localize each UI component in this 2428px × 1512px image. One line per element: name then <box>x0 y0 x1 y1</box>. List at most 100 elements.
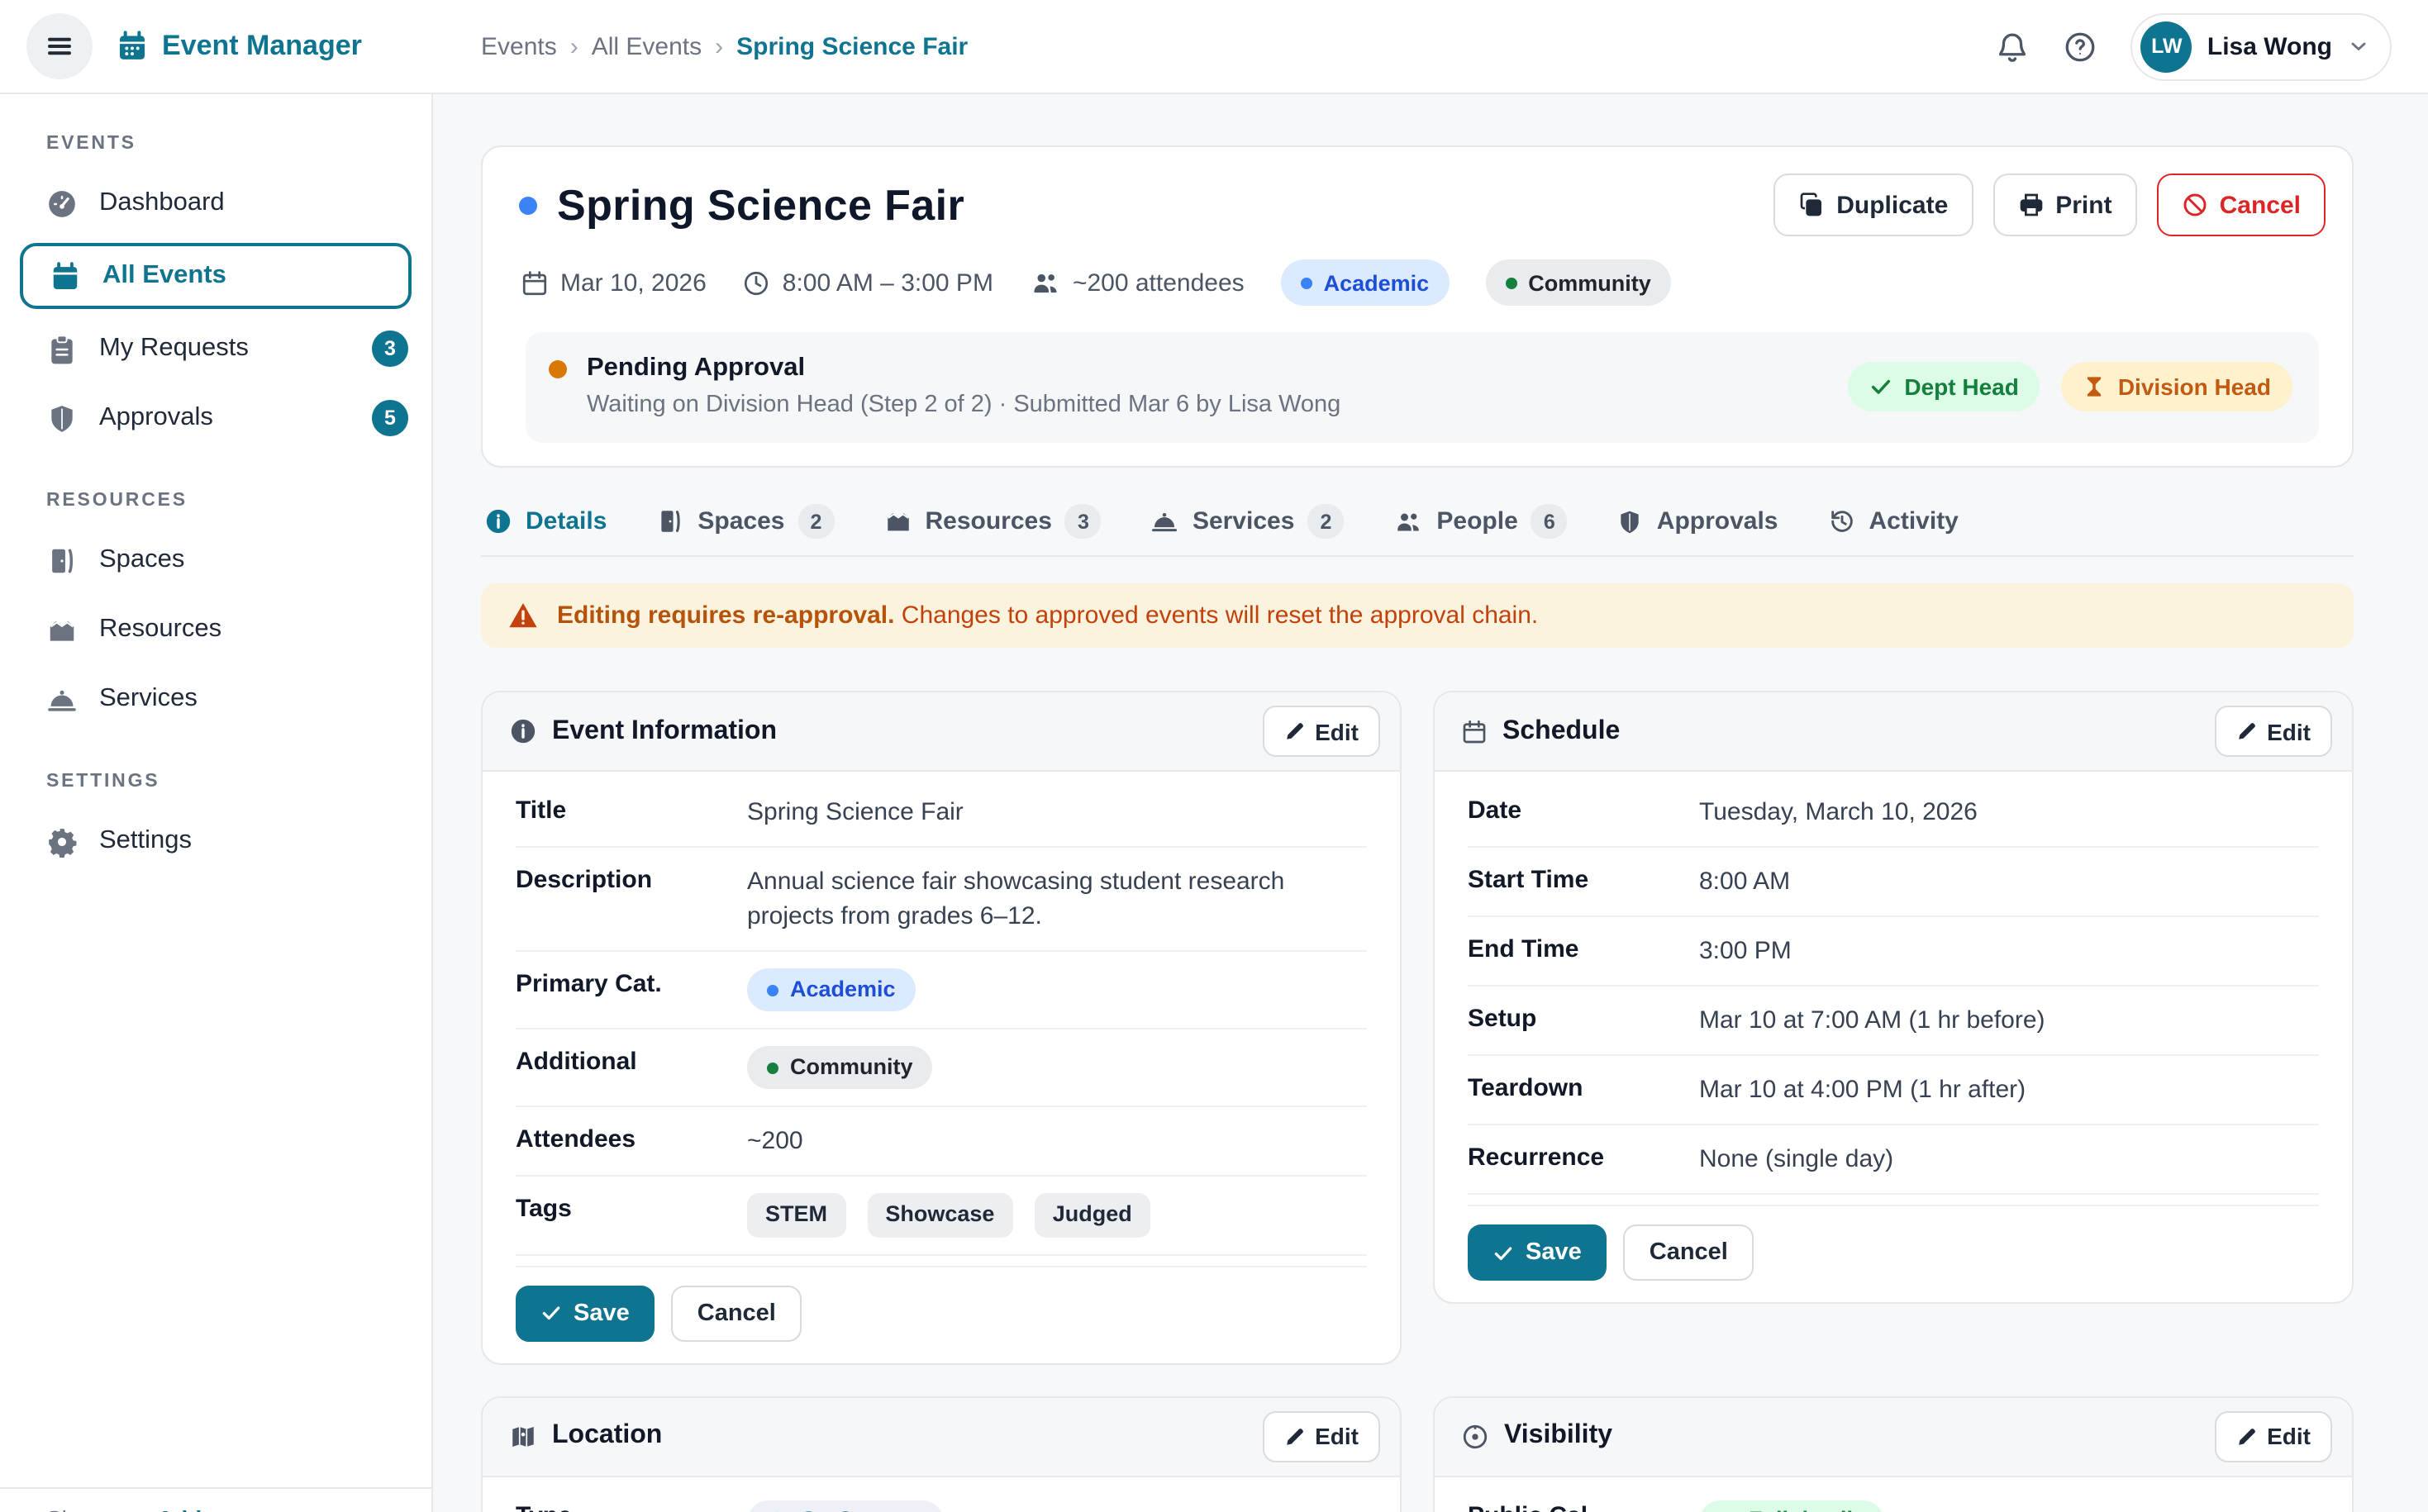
box-icon <box>884 507 912 535</box>
sidebar-item-my-requests[interactable]: My Requests 3 <box>0 316 431 382</box>
avatar: LW <box>2141 21 2192 72</box>
sidebar-item-all-events[interactable]: All Events <box>20 243 412 309</box>
field-row-tags: Tags STEM Showcase Judged <box>516 1177 1367 1256</box>
gauge-icon <box>46 188 78 219</box>
tab-details[interactable]: Details <box>484 487 607 555</box>
pencil-icon <box>1283 1426 1305 1448</box>
calendar-icon <box>1461 718 1488 744</box>
approvals-count-badge: 5 <box>372 400 408 436</box>
calendar-logo-icon <box>116 30 149 63</box>
door-icon <box>46 544 78 576</box>
tab-services[interactable]: Services 2 <box>1151 487 1344 555</box>
additional-category-badge: Community <box>747 1046 933 1089</box>
sidebar-item-dashboard[interactable]: Dashboard <box>0 170 431 236</box>
green-dot-icon <box>767 1062 778 1073</box>
blue-dot-icon <box>767 984 778 996</box>
topbar: Event Manager Events › All Events › Spri… <box>0 0 2428 94</box>
sidebar-footer: Shortcuts: Add <box>0 1487 431 1512</box>
topbar-actions: LW Lisa Wong <box>1996 12 2428 80</box>
field-row-teardown: Teardown Mar 10 at 4:00 PM (1 hr after) <box>1468 1056 2319 1125</box>
check-icon <box>1869 374 1892 397</box>
cancel-schedule-button[interactable]: Cancel <box>1623 1224 1754 1281</box>
cancel-event-label: Cancel <box>2220 191 2301 219</box>
history-icon <box>1828 507 1856 535</box>
breadcrumb-separator: › <box>570 32 578 60</box>
tab-people[interactable]: People 6 <box>1393 487 1567 555</box>
shortcuts-add-link[interactable]: Add <box>157 1505 202 1512</box>
tab-services-count: 2 <box>1307 504 1344 539</box>
sidebar-section-events: EVENTS <box>0 134 431 167</box>
sidebar-item-spaces[interactable]: Spaces <box>0 527 431 593</box>
print-button[interactable]: Print <box>1992 174 2136 236</box>
save-event-information-button[interactable]: Save <box>516 1286 655 1342</box>
sidebar-item-label: Spaces <box>99 545 184 575</box>
bell-icon <box>1996 29 2030 64</box>
duplicate-label: Duplicate <box>1836 191 1948 219</box>
approval-status-banner: Pending Approval Waiting on Division Hea… <box>526 332 2319 443</box>
shield-icon <box>1617 508 1644 535</box>
hamburger-menu-button[interactable] <box>26 13 93 79</box>
pencil-icon <box>1283 720 1305 742</box>
pencil-icon <box>2235 1426 2257 1448</box>
ban-icon <box>2182 192 2208 218</box>
breadcrumb-current: Spring Science Fair <box>736 32 968 60</box>
people-icon <box>1030 267 1061 298</box>
event-attendees: ~200 attendees <box>1030 267 1245 298</box>
sidebar-item-resources[interactable]: Resources <box>0 597 431 663</box>
warning-icon <box>507 600 539 631</box>
edit-location-button[interactable]: Edit <box>1262 1411 1380 1462</box>
user-name: Lisa Wong <box>2207 32 2332 60</box>
app-title: Event Manager <box>162 30 362 63</box>
category-badge-community: Community <box>1485 259 1671 306</box>
sidebar: EVENTS Dashboard All Events My Requests … <box>0 94 433 1512</box>
tab-spaces[interactable]: Spaces 2 <box>656 487 834 555</box>
event-header-card: Spring Science Fair Duplicate <box>481 145 2354 468</box>
edit-event-information-button[interactable]: Edit <box>1262 706 1380 757</box>
hourglass-icon <box>2083 374 2107 397</box>
detail-cards-grid: Event Information Edit Title Spring Scie… <box>481 691 2354 1512</box>
main-content: Spring Science Fair Duplicate <box>433 94 2428 1512</box>
warning-text: Editing requires re-approval. Changes to… <box>557 601 1538 630</box>
breadcrumb: Events › All Events › Spring Science Fai… <box>433 32 968 60</box>
location-card: Location Edit Type <box>481 1396 1402 1512</box>
breadcrumb-all-events[interactable]: All Events <box>592 32 702 60</box>
edit-visibility-button[interactable]: Edit <box>2214 1411 2332 1462</box>
visibility-card: Visibility Edit Public Cal. <box>1433 1396 2354 1512</box>
cloche-icon <box>46 683 78 715</box>
cancel-event-information-button[interactable]: Cancel <box>671 1286 802 1342</box>
field-row-public-calendar: Public Cal. Full details <box>1468 1484 2319 1512</box>
field-row-location-type: Type On Campus <box>516 1484 1367 1512</box>
event-manager-app: Event Manager Events › All Events › Spri… <box>0 0 2428 1512</box>
schedule-card: Schedule Edit Date Tuesday, March 10, 20… <box>1433 691 2354 1304</box>
sidebar-item-services[interactable]: Services <box>0 666 431 732</box>
category-badge-academic: Academic <box>1281 259 1450 306</box>
notifications-button[interactable] <box>1996 29 2030 64</box>
save-schedule-button[interactable]: Save <box>1468 1224 1607 1281</box>
warning-rest: Changes to approved events will reset th… <box>902 601 1538 630</box>
help-button[interactable] <box>2064 29 2098 64</box>
tab-people-count: 6 <box>1531 504 1568 539</box>
tab-resources[interactable]: Resources 3 <box>884 487 1102 555</box>
card-title: Event Information <box>552 716 777 746</box>
people-icon <box>1393 506 1423 536</box>
edit-schedule-button[interactable]: Edit <box>2214 706 2332 757</box>
pencil-icon <box>2235 720 2257 742</box>
tab-activity[interactable]: Activity <box>1828 487 1959 555</box>
cancel-event-button[interactable]: Cancel <box>2157 174 2326 236</box>
clock-icon <box>743 269 771 297</box>
user-menu[interactable]: LW Lisa Wong <box>2131 12 2392 80</box>
copy-icon <box>1798 192 1825 218</box>
sidebar-item-settings[interactable]: Settings <box>0 808 431 874</box>
duplicate-button[interactable]: Duplicate <box>1773 174 1973 236</box>
tab-approvals[interactable]: Approvals <box>1617 487 1778 555</box>
sidebar-item-approvals[interactable]: Approvals 5 <box>0 385 431 451</box>
sidebar-item-label: Resources <box>99 615 221 644</box>
check-icon <box>1493 1242 1514 1263</box>
approver-chip-division-head: Division Head <box>2062 361 2292 411</box>
breadcrumb-events[interactable]: Events <box>481 32 557 60</box>
field-row-recurrence: Recurrence None (single day) <box>1468 1125 2319 1195</box>
field-row-setup: Setup Mar 10 at 7:00 AM (1 hr before) <box>1468 987 2319 1056</box>
info-icon <box>484 507 512 535</box>
field-row-date: Date Tuesday, March 10, 2026 <box>1468 778 2319 848</box>
green-dot-icon <box>1505 277 1516 288</box>
